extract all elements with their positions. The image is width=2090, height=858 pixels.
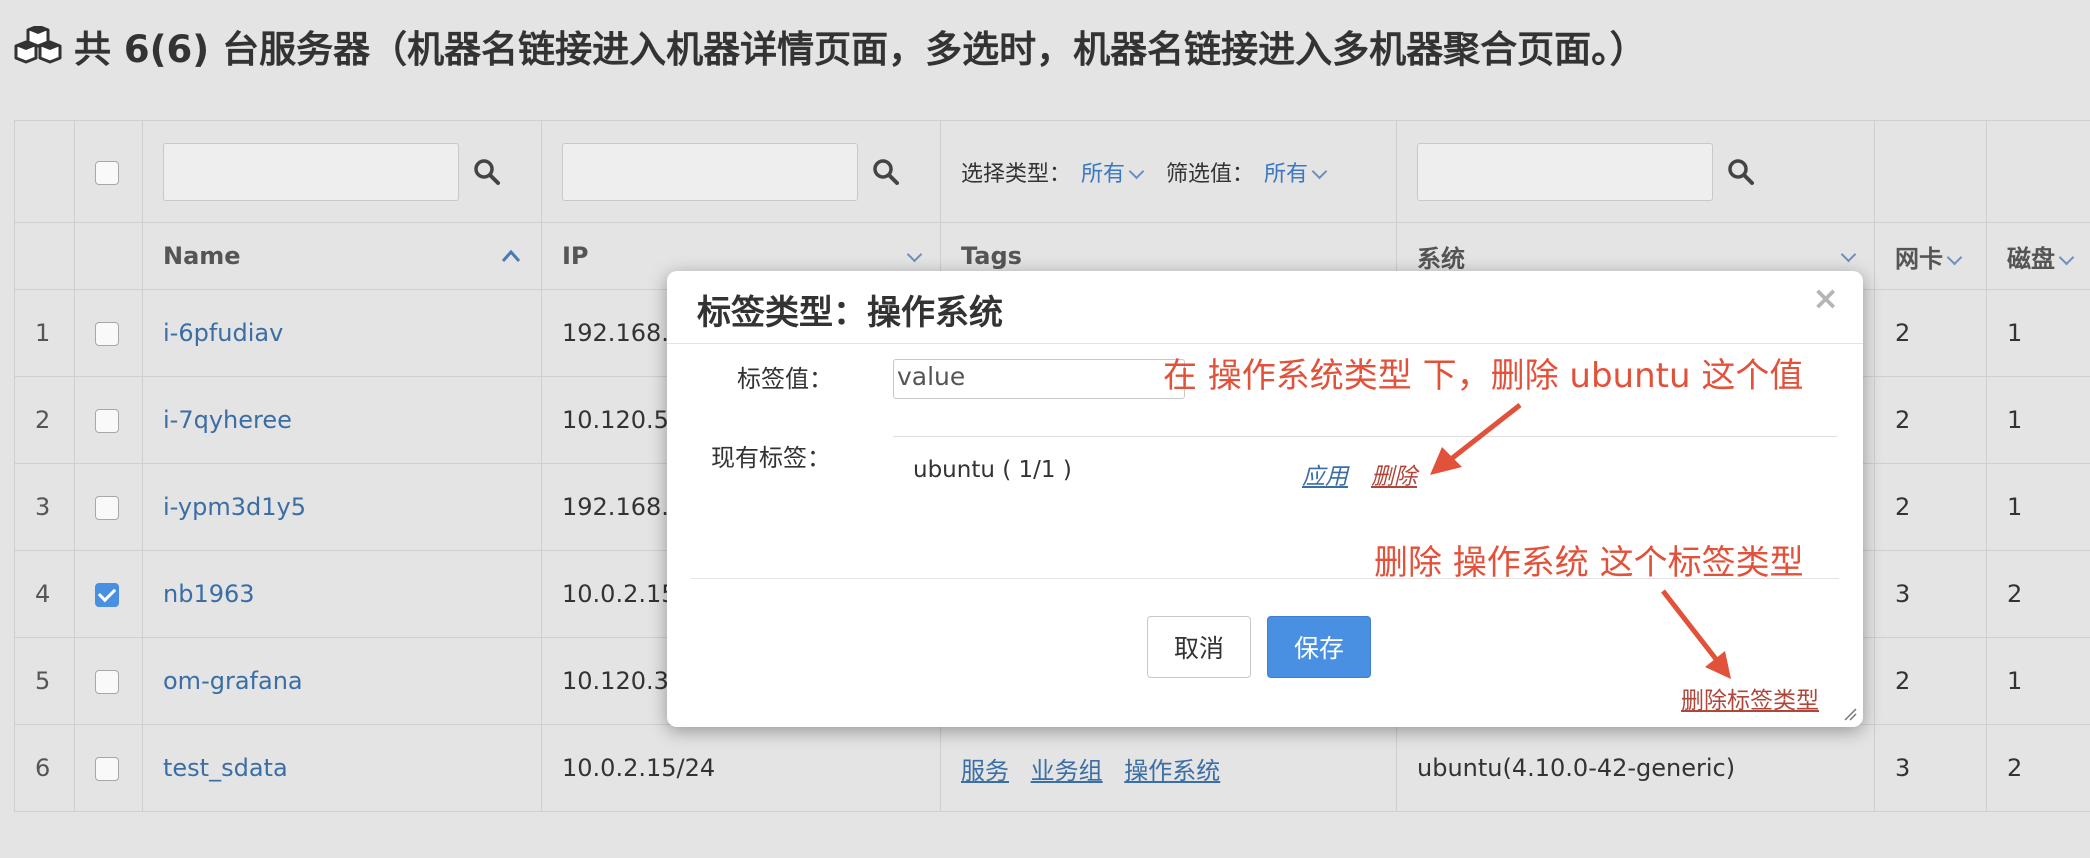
resize-handle-icon[interactable] xyxy=(1843,707,1857,721)
type-filter-label: 选择类型： xyxy=(961,161,1072,187)
delete-tag-type-link[interactable]: 删除标签类型 xyxy=(1681,681,1819,715)
server-name-link[interactable]: i-6pfudiav xyxy=(163,319,283,347)
tag-type-modal: 标签类型：操作系统 × 标签值： value 现有标签： ubuntu ( 1/… xyxy=(667,271,1863,727)
nic-cell: 2 xyxy=(1874,376,1987,464)
chevron-down-icon xyxy=(1311,163,1328,179)
value-filter-dropdown[interactable]: 所有 xyxy=(1264,156,1328,188)
tag-link-business-group[interactable]: 业务组 xyxy=(1031,757,1103,785)
chevron-down-icon[interactable] xyxy=(2058,249,2075,265)
close-icon[interactable]: × xyxy=(1812,279,1839,317)
nic-cell: 2 xyxy=(1874,463,1987,551)
row-checkbox[interactable] xyxy=(95,670,119,694)
server-name-link[interactable]: nb1963 xyxy=(163,580,255,608)
filter-cell-ip xyxy=(541,120,941,223)
tag-link-service[interactable]: 服务 xyxy=(961,757,1009,785)
tag-link-os[interactable]: 操作系统 xyxy=(1124,757,1220,785)
disk-cell: 2 xyxy=(1986,550,2090,638)
row-number: 4 xyxy=(14,550,75,638)
chevron-down-icon[interactable] xyxy=(1840,246,1857,262)
delete-value-link[interactable]: 删除 xyxy=(1371,457,1417,491)
search-icon[interactable] xyxy=(1727,158,1755,186)
annotation-delete-type: 删除 操作系统 这个标签类型 xyxy=(1374,543,1804,583)
value-filter-label: 筛选值： xyxy=(1166,161,1255,187)
filter-cell-disk xyxy=(1986,120,2090,223)
sort-ascending-icon[interactable] xyxy=(501,249,521,263)
nic-cell: 2 xyxy=(1874,289,1987,377)
existing-tags-label: 现有标签： xyxy=(711,444,831,472)
row-number: 1 xyxy=(14,289,75,377)
tag-value-input[interactable]: value xyxy=(893,359,1185,399)
chevron-down-icon[interactable] xyxy=(906,246,923,262)
select-all-checkbox[interactable] xyxy=(95,160,119,185)
disk-cell: 2 xyxy=(1986,724,2090,812)
filter-cell-name xyxy=(142,120,542,223)
disk-cell: 1 xyxy=(1986,289,2090,377)
server-name-link[interactable]: test_sdata xyxy=(163,754,288,782)
row-checkbox[interactable] xyxy=(95,496,119,520)
tags-cell: 服务 业务组 操作系统 xyxy=(940,724,1397,812)
apply-link[interactable]: 应用 xyxy=(1302,457,1348,491)
modal-title: 标签类型：操作系统 xyxy=(697,293,1003,333)
disk-cell: 1 xyxy=(1986,376,2090,464)
page-title: 共 6(6) 台服务器（机器名链接进入机器详情页面，多选时，机器名链接进入多机器… xyxy=(14,18,1647,74)
row-checkbox[interactable] xyxy=(95,409,119,433)
cancel-button[interactable]: 取消 xyxy=(1147,616,1251,678)
table-row: 6 test_sdata 10.0.2.15/24 服务 业务组 操作系统 ub… xyxy=(14,724,2090,812)
divider xyxy=(893,436,1837,437)
row-number: 2 xyxy=(14,376,75,464)
row-number: 3 xyxy=(14,463,75,551)
search-icon[interactable] xyxy=(872,158,900,186)
annotation-arrow xyxy=(1661,589,1731,679)
nic-cell: 2 xyxy=(1874,637,1987,725)
divider xyxy=(667,343,1863,344)
row-checkbox-checked[interactable] xyxy=(95,583,119,607)
server-name-link[interactable]: i-7qyheree xyxy=(163,406,292,434)
ip-cell: 10.0.2.15/24 xyxy=(541,724,941,812)
name-search-input[interactable] xyxy=(163,142,459,201)
server-name-link[interactable]: i-ypm3d1y5 xyxy=(163,493,306,521)
ip-search-input[interactable] xyxy=(562,142,858,201)
nic-cell: 3 xyxy=(1874,550,1987,638)
divider xyxy=(691,578,1839,579)
row-number: 6 xyxy=(14,724,75,812)
disk-cell: 1 xyxy=(1986,637,2090,725)
type-filter-dropdown[interactable]: 所有 xyxy=(1081,156,1145,188)
filter-cell-num xyxy=(14,120,75,223)
os-search-input[interactable] xyxy=(1417,142,1713,201)
page-title-text: 共 6(6) 台服务器（机器名链接进入机器详情页面，多选时，机器名链接进入多机器… xyxy=(74,28,1647,71)
filter-cell-os xyxy=(1396,120,1875,223)
row-number: 5 xyxy=(14,637,75,725)
row-checkbox[interactable] xyxy=(95,322,119,346)
chevron-down-icon xyxy=(1128,163,1145,179)
save-button[interactable]: 保存 xyxy=(1267,616,1371,678)
filter-cell-nic xyxy=(1874,120,1987,223)
annotation-delete-value: 在 操作系统类型 下，删除 ubuntu 这个值 xyxy=(1163,356,1804,396)
disk-cell: 1 xyxy=(1986,463,2090,551)
filter-row: 选择类型： 所有 筛选值： 所有 xyxy=(14,120,2090,223)
header-disk[interactable]: 磁盘 xyxy=(1986,222,2090,290)
header-check xyxy=(74,222,143,290)
header-nic[interactable]: 网卡 xyxy=(1874,222,1987,290)
cubes-icon xyxy=(14,26,62,64)
row-checkbox[interactable] xyxy=(95,757,119,781)
filter-cell-select-all xyxy=(74,120,143,223)
chevron-down-icon[interactable] xyxy=(1946,249,1963,265)
annotation-arrow xyxy=(1430,403,1522,475)
header-num xyxy=(14,222,75,290)
nic-cell: 3 xyxy=(1874,724,1987,812)
server-name-link[interactable]: om-grafana xyxy=(163,667,303,695)
value-label: 标签值： xyxy=(737,365,833,393)
search-icon[interactable] xyxy=(473,158,501,186)
header-name[interactable]: Name xyxy=(142,222,542,290)
existing-tag-value: ubuntu ( 1/1 ) xyxy=(913,457,1072,483)
filter-cell-tags: 选择类型： 所有 筛选值： 所有 xyxy=(940,120,1397,223)
os-cell: ubuntu(4.10.0-42-generic) xyxy=(1396,724,1875,812)
